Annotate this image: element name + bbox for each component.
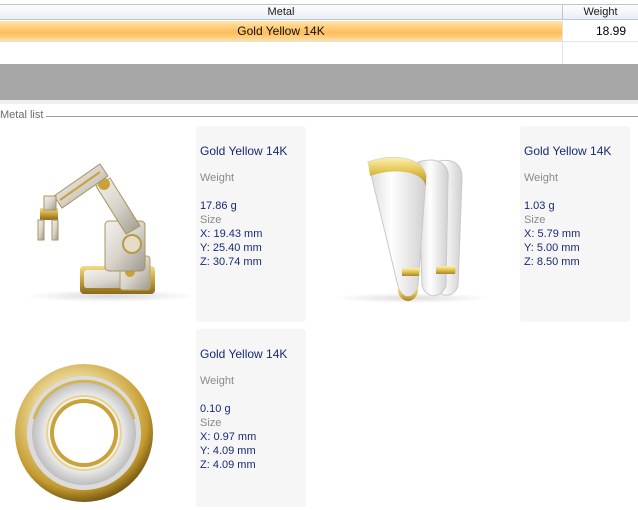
column-header-weight[interactable]: Weight bbox=[562, 5, 638, 19]
grid-empty-area bbox=[0, 64, 638, 101]
cell-weight[interactable]: 18.99 bbox=[562, 21, 638, 41]
grid-row-selected[interactable]: Gold Yellow 14K 18.99 bbox=[0, 21, 638, 42]
size-y: Y: 5.00 mm bbox=[524, 242, 580, 254]
metal-name: Gold Yellow 14K bbox=[200, 144, 288, 158]
weight-label: Weight bbox=[524, 172, 559, 184]
size-label: Size bbox=[200, 417, 222, 429]
size-x: X: 0.97 mm bbox=[200, 431, 257, 443]
metal-card-info[interactable]: Gold Yellow 14K Weight 17.86 g Size X: 1… bbox=[196, 126, 306, 322]
size-z: Z: 8.50 mm bbox=[524, 256, 580, 268]
size-x: X: 5.79 mm bbox=[524, 228, 581, 240]
grid-empty-row bbox=[0, 42, 638, 64]
weight-label: Weight bbox=[200, 172, 235, 184]
metal-name: Gold Yellow 14K bbox=[524, 144, 612, 158]
cell-metal[interactable]: Gold Yellow 14K bbox=[0, 21, 562, 41]
size-y: Y: 25.40 mm bbox=[200, 242, 262, 254]
size-label: Size bbox=[200, 214, 222, 226]
size-z: Z: 4.09 mm bbox=[200, 459, 256, 471]
weight-value: 17.86 g bbox=[200, 200, 237, 212]
group-box-border bbox=[46, 116, 638, 117]
grid-header: Metal Weight bbox=[0, 4, 638, 20]
size-label: Size bbox=[524, 214, 546, 226]
metal-list-title: Metal list bbox=[0, 109, 46, 121]
metal-card-info[interactable]: Gold Yellow 14K Weight 0.10 g Size X: 0.… bbox=[196, 329, 306, 507]
size-z: Z: 30.74 mm bbox=[200, 256, 262, 268]
weight-value: 0.10 g bbox=[200, 403, 231, 415]
weight-label: Weight bbox=[200, 375, 235, 387]
metal-card-info[interactable]: Gold Yellow 14K Weight 1.03 g Size X: 5.… bbox=[520, 126, 630, 322]
robot-arm-thumbnail[interactable] bbox=[0, 126, 196, 322]
metal-name: Gold Yellow 14K bbox=[200, 347, 288, 361]
gold-ring-thumbnail[interactable] bbox=[0, 329, 196, 507]
size-y: Y: 4.09 mm bbox=[200, 445, 256, 457]
size-x: X: 19.43 mm bbox=[200, 228, 263, 240]
weight-value: 1.03 g bbox=[524, 200, 555, 212]
ring-shank-thumbnail[interactable] bbox=[322, 126, 518, 322]
column-header-metal[interactable]: Metal bbox=[0, 5, 562, 19]
splitter[interactable] bbox=[0, 100, 638, 104]
